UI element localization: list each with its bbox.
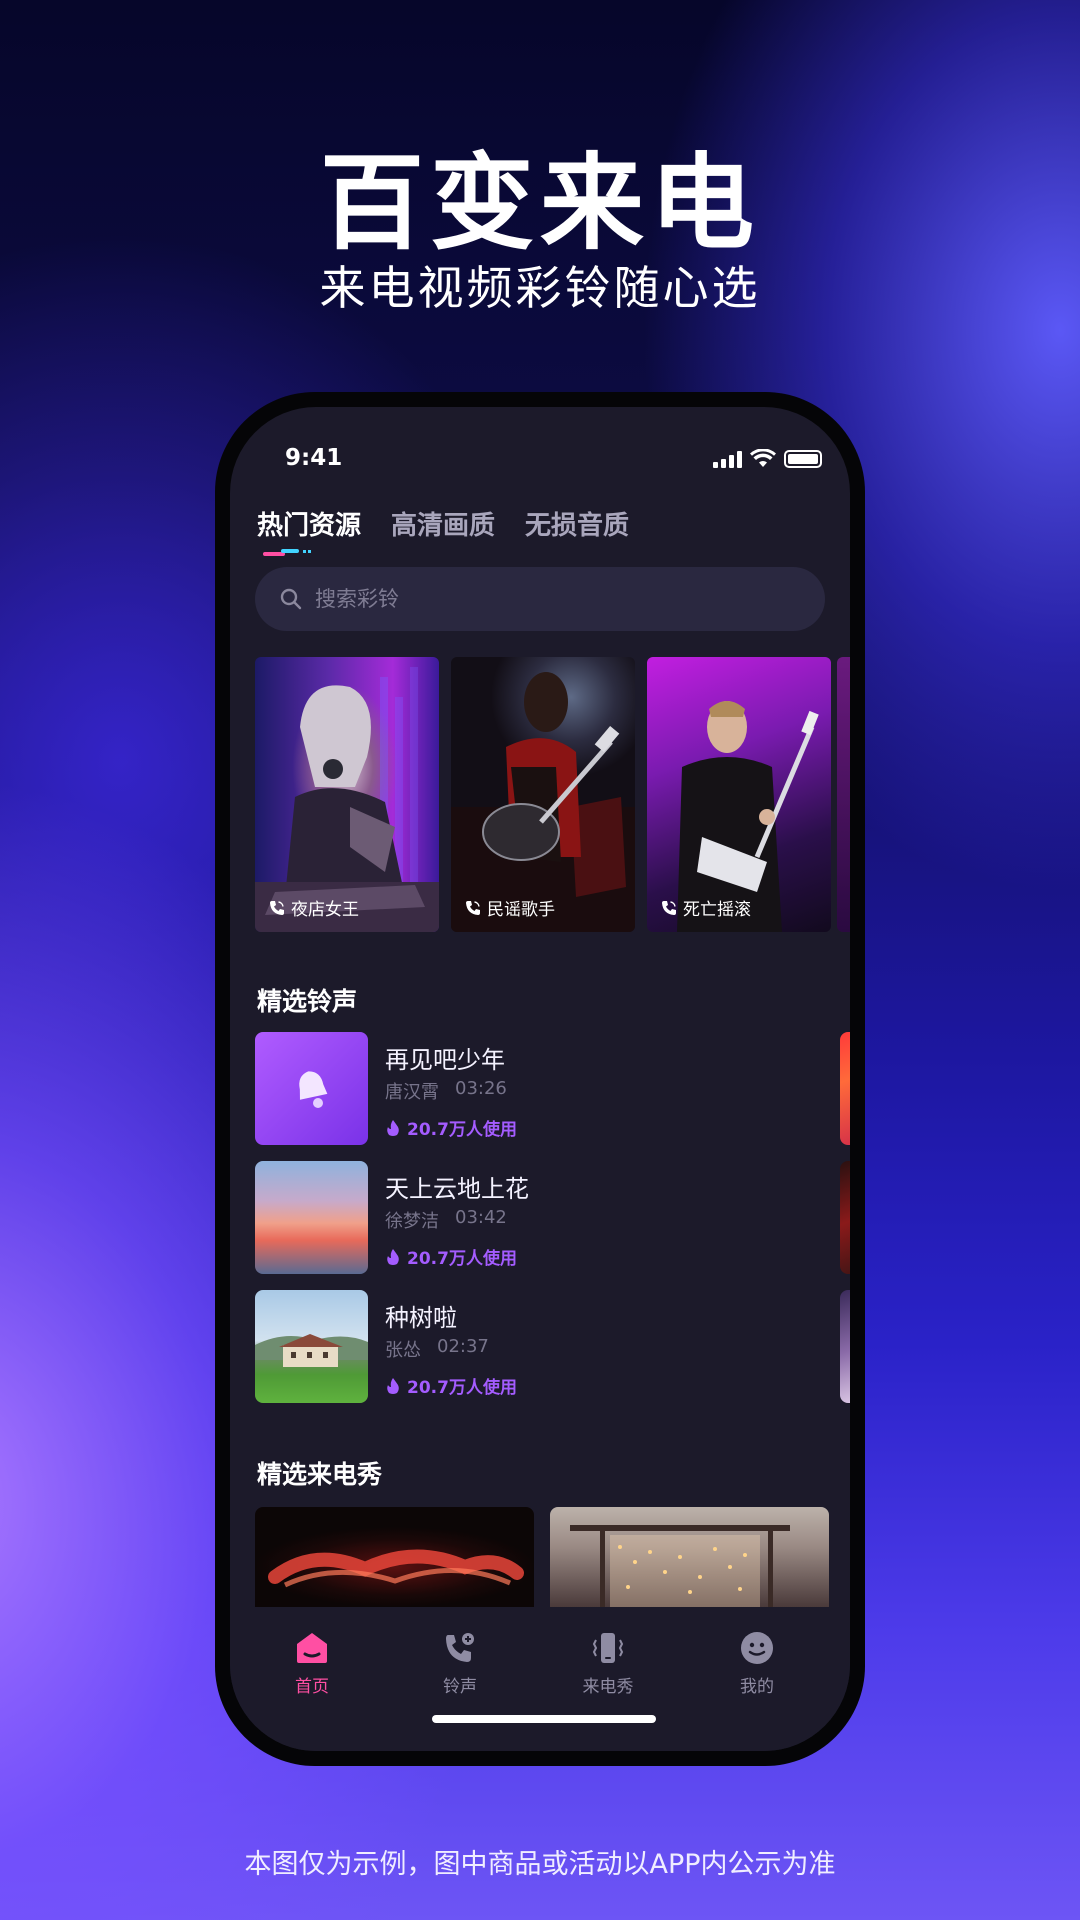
wifi-icon [750,449,776,467]
nav-label-profile: 我的 [740,1677,774,1697]
nav-item-profile[interactable]: 我的 [707,1630,807,1697]
ringtone-artist: 徐梦洁 [385,1211,439,1232]
rock-guitarist-illustration [677,701,819,932]
fairy-lights-artwork [570,1525,790,1607]
hot-card-caption: 民谣歌手 [465,895,555,920]
ringtone-thumbnail [255,1161,368,1274]
call-show-card-fairy-lights[interactable] [550,1507,829,1607]
ringtone-meta: 张怂 02:37 [385,1336,489,1362]
hot-card-death-rock[interactable]: 死亡摇滚 [647,657,831,932]
active-tab-indicator [263,549,311,556]
hot-card-peek[interactable] [837,657,850,932]
ringtone-usage: 20.7万人使用 [385,1115,517,1140]
home-icon [297,1633,327,1663]
house-illustration [255,1334,368,1367]
ringtone-peek-thumbnail[interactable] [840,1161,850,1274]
ringtone-name: 种树啦 [385,1304,457,1332]
search-icon [280,588,302,610]
phone-call-icon [270,900,284,915]
ringtone-peek-thumbnail[interactable] [840,1290,850,1403]
flame-icon [387,1248,399,1265]
status-icons [713,449,822,469]
ringtone-usage: 20.7万人使用 [385,1373,517,1398]
status-time: 9:41 [285,445,343,471]
ringtone-meta: 徐梦洁 03:42 [385,1207,507,1233]
ringtone-duration: 03:42 [455,1207,507,1228]
flame-icon [387,1119,399,1136]
phone-frame: 9:41 热门资源 高清画质 无损音质 搜索彩铃 夜店女王 民谣歌手 死亡摇滚 … [215,392,865,1766]
nav-label-call-show: 来电秀 [582,1677,634,1697]
call-show-row [255,1507,829,1607]
ringtone-artist: 唐汉霄 [385,1082,439,1103]
ringtone-usage-text: 20.7万人使用 [407,1120,517,1140]
call-show-section-title: 精选来电秀 [257,1460,383,1489]
list-item[interactable]: 再见吧少年 唐汉霄 03:26 20.7万人使用 [255,1032,850,1145]
call-show-card-go-for-you[interactable] [255,1507,534,1607]
tab-hd-video[interactable]: 高清画质 [391,505,495,542]
ringtone-peek-thumbnail[interactable] [840,1032,850,1145]
phone-call-icon [662,900,676,915]
ringtone-meta: 唐汉霄 03:26 [385,1078,507,1104]
search-bar[interactable] [255,567,825,631]
nav-item-home[interactable]: 首页 [262,1630,362,1697]
battery-icon [784,450,822,468]
ringtone-name: 天上云地上花 [385,1175,529,1203]
flame-icon [387,1377,399,1394]
hot-card-folk-singer[interactable]: 民谣歌手 [451,657,635,932]
bottom-nav: 首页 铃声 来电秀 我的 [230,1610,850,1751]
nav-label-home: 首页 [295,1677,329,1697]
ringtone-thumbnail [255,1032,368,1145]
hot-card-nightclub-queen[interactable]: 夜店女王 [255,657,439,932]
nav-item-ringtones[interactable]: 铃声 [410,1630,510,1697]
phone-vibrate-icon [592,1633,624,1663]
bell-icon [298,1070,327,1108]
ringtone-usage: 20.7万人使用 [385,1244,517,1269]
ringtone-section-title: 精选铃声 [257,987,358,1016]
hot-card-label: 民谣歌手 [487,900,555,920]
ringtone-list: 再见吧少年 唐汉霄 03:26 20.7万人使用 天上云地上花 徐梦洁 03:4… [255,1032,850,1419]
promo-subline: 来电视频彩铃随心选 [319,261,761,315]
smiley-icon [741,1632,773,1664]
dj-illustration [255,667,439,932]
ringtone-name: 再见吧少年 [385,1046,505,1074]
guitarist-illustration [451,672,635,932]
status-bar: 9:41 [230,445,850,485]
hot-card-caption: 夜店女王 [269,895,359,920]
go-for-you-artwork [268,1549,524,1588]
list-item[interactable]: 种树啦 张怂 02:37 20.7万人使用 [255,1290,850,1403]
ringtone-usage-text: 20.7万人使用 [407,1249,517,1269]
home-indicator[interactable] [432,1715,656,1723]
hot-card-label: 死亡摇滚 [683,900,751,920]
nav-label-ringtones: 铃声 [443,1677,477,1697]
ringtone-duration: 03:26 [455,1078,507,1099]
hot-card-caption: 死亡摇滚 [661,895,751,920]
category-tabs: 热门资源 高清画质 无损音质 [257,505,629,542]
phone-call-icon [466,900,480,915]
tab-hot[interactable]: 热门资源 [257,505,361,542]
ringtone-thumbnail [255,1290,368,1403]
ringtone-usage-text: 20.7万人使用 [407,1378,517,1398]
signal-icon [713,450,742,468]
nav-item-call-show[interactable]: 来电秀 [558,1630,658,1697]
hot-card-label: 夜店女王 [291,900,359,920]
search-input[interactable] [315,587,795,611]
ringtone-duration: 02:37 [437,1336,489,1357]
promo-headline: 百变来电 [319,142,760,264]
hot-resources-row: 夜店女王 民谣歌手 死亡摇滚 [255,657,831,932]
phone-screen: 9:41 热门资源 高清画质 无损音质 搜索彩铃 夜店女王 民谣歌手 死亡摇滚 … [230,407,850,1751]
phone-music-icon [446,1633,474,1662]
promo-disclaimer: 本图仅为示例，图中商品或活动以APP内公示为准 [244,1849,836,1880]
ringtone-artist: 张怂 [385,1340,421,1361]
tab-lossless-audio[interactable]: 无损音质 [525,505,629,542]
list-item[interactable]: 天上云地上花 徐梦洁 03:42 20.7万人使用 [255,1161,850,1274]
